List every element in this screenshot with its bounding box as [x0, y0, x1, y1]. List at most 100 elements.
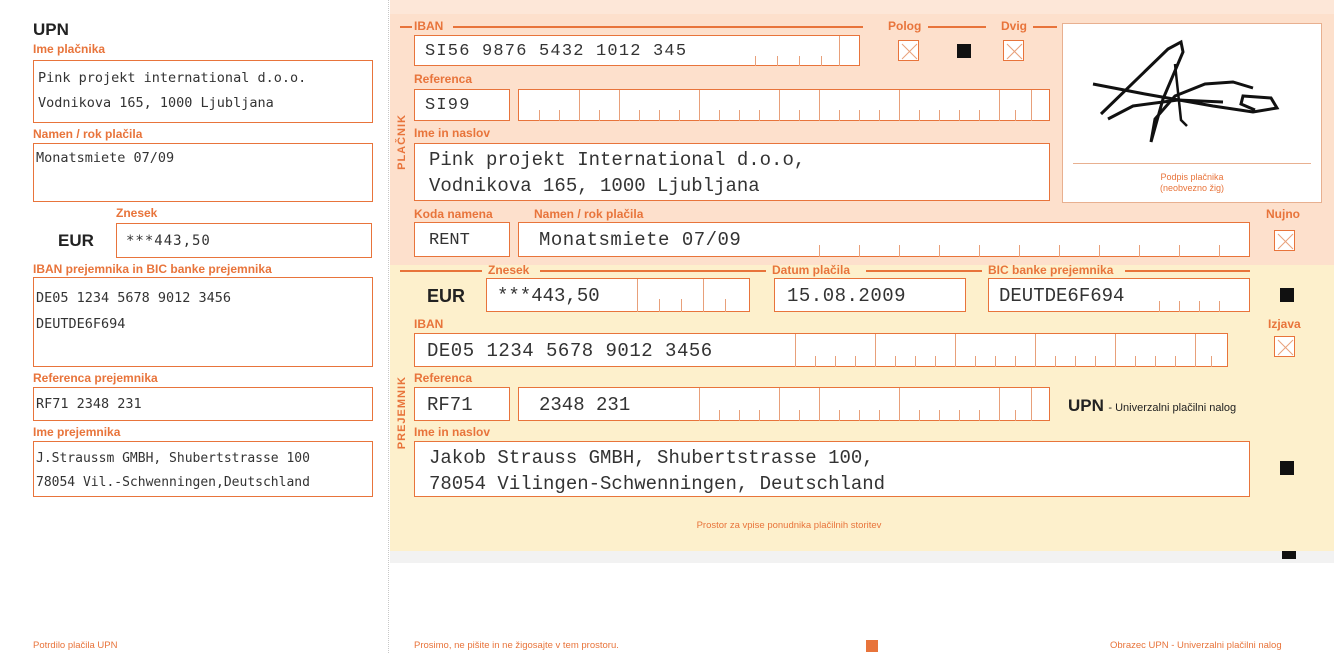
footer-logo	[866, 640, 878, 652]
bic-field[interactable]: DEUTDE6F694	[988, 278, 1250, 312]
footer-form-name: Obrazec UPN - Univerzalni plačilni nalog	[1110, 640, 1282, 651]
cross-icon	[1277, 339, 1294, 356]
recipient-reference-model: RF71	[427, 394, 473, 416]
stub-iban-value: DE05 1234 5678 9012 3456	[36, 290, 232, 306]
recipient-iban-label: IBAN	[414, 317, 444, 331]
cross-icon	[1277, 233, 1294, 250]
stub-recipient-label: Ime prejemnika	[33, 425, 121, 439]
field-tick	[975, 356, 976, 367]
field-tick	[919, 110, 920, 121]
stub-reference-box: RF71 2348 231	[33, 387, 373, 421]
field-tick	[1135, 356, 1136, 367]
bic-rule	[1125, 270, 1250, 272]
field-tick	[619, 90, 620, 121]
field-tick	[899, 90, 900, 121]
field-tick	[979, 245, 980, 257]
field-tick	[799, 410, 800, 421]
field-tick	[999, 388, 1000, 421]
deposit-checkbox[interactable]	[898, 40, 919, 61]
date-field[interactable]: 15.08.2009	[774, 278, 966, 312]
recipient-iban-field[interactable]: DE05 1234 5678 9012 3456	[414, 333, 1228, 367]
withdrawal-checkbox[interactable]	[1003, 40, 1024, 61]
recipient-amount-value: ***443,50	[497, 285, 600, 307]
payer-purpose-field[interactable]: Monatsmiete 07/09	[518, 222, 1250, 257]
field-tick	[755, 56, 756, 66]
field-tick	[1199, 301, 1200, 312]
field-tick	[875, 334, 876, 367]
stub-purpose-box: Monatsmiete 07/09	[33, 143, 373, 202]
stub-payer-line1: Pink projekt international d.o.o.	[38, 70, 307, 86]
field-tick	[819, 90, 820, 121]
field-tick	[1175, 356, 1176, 367]
payer-name-field[interactable]: Pink projekt International d.o.o, Vodnik…	[414, 143, 1050, 201]
stub-recipient-box: J.Straussm GMBH, Shubertstrasse 100 7805…	[33, 441, 373, 497]
field-tick	[1211, 356, 1212, 367]
field-tick	[835, 356, 836, 367]
payer-name-line2: Vodnikova 165, 1000 Ljubljana	[429, 175, 760, 197]
field-tick	[599, 110, 600, 121]
field-tick	[1179, 245, 1180, 257]
field-tick	[999, 90, 1000, 121]
field-tick	[979, 110, 980, 121]
recipient-currency: EUR	[427, 286, 466, 306]
recipient-name-line2: 78054 Vilingen-Schwenningen, Deutschland	[429, 473, 886, 495]
signature-label-2: (neobvezno žig)	[1159, 183, 1225, 193]
payer-iban-label: IBAN	[414, 19, 444, 33]
payer-purpose-value: Monatsmiete 07/09	[539, 229, 742, 251]
field-tick	[759, 410, 760, 421]
stub-reference-label: Referenca prejemnika	[33, 371, 158, 385]
perforation-line	[388, 0, 389, 653]
recipient-reference-field[interactable]: 2348 231	[518, 387, 1050, 421]
withdrawal-rule	[1033, 26, 1057, 28]
recipient-reference-value: 2348 231	[539, 394, 631, 416]
field-tick	[895, 356, 896, 367]
footer-note: Prosimo, ne pišite in ne žigosajte v tem…	[414, 640, 619, 651]
date-rule	[866, 270, 982, 272]
stub-amount-box: ***443,50	[116, 223, 372, 258]
bic-value: DEUTDE6F694	[999, 285, 1125, 307]
recipient-name-field[interactable]: Jakob Strauss GMBH, Shubertstrasse 100, …	[414, 441, 1250, 497]
urgent-checkbox[interactable]	[1274, 230, 1295, 251]
field-tick	[681, 299, 682, 312]
stub-iban-bic-box: DE05 1234 5678 9012 3456 DEUTDE6F694	[33, 277, 373, 367]
field-tick	[759, 110, 760, 121]
field-tick	[795, 334, 796, 367]
field-tick	[699, 388, 700, 421]
payer-reference-model-field[interactable]: SI99	[414, 89, 510, 121]
date-value: 15.08.2009	[787, 285, 907, 307]
field-tick	[899, 388, 900, 421]
field-tick	[995, 356, 996, 367]
field-tick	[819, 388, 820, 421]
field-tick	[679, 110, 680, 121]
field-tick	[1139, 245, 1140, 257]
signature-label-1: Podpis plačnika	[1160, 172, 1224, 182]
field-tick	[659, 110, 660, 121]
field-tick	[1219, 245, 1220, 257]
field-tick	[1055, 356, 1056, 367]
payer-iban-field[interactable]: SI56 9876 5432 1012 345	[414, 35, 860, 66]
stub-iban-bic-label: IBAN prejemnika in BIC banke prejemnika	[33, 262, 272, 276]
field-tick	[839, 410, 840, 421]
field-tick	[935, 356, 936, 367]
signature-box[interactable]: Podpis plačnika (neobvezno žig)	[1062, 23, 1322, 203]
field-tick	[777, 56, 778, 66]
field-tick	[859, 410, 860, 421]
payer-reference-field[interactable]	[518, 89, 1050, 121]
deposit-marker	[957, 44, 971, 58]
field-tick	[699, 90, 700, 121]
field-tick	[779, 388, 780, 421]
field-tick	[939, 245, 940, 257]
recipient-reference-model-field[interactable]: RF71	[414, 387, 510, 421]
stub-reference-value: RF71 2348 231	[36, 396, 142, 412]
purpose-code-field[interactable]: RENT	[414, 222, 510, 257]
payer-iban-rule	[400, 26, 412, 28]
lower-strip	[390, 551, 1334, 563]
stub-currency: EUR	[58, 231, 94, 250]
recipient-amount-field[interactable]: ***443,50	[486, 278, 750, 312]
field-tick	[859, 245, 860, 257]
statement-checkbox[interactable]	[1274, 336, 1295, 357]
upn-subtitle-text: - Univerzalni plačilni nalog	[1108, 402, 1237, 414]
payer-iban-value: SI56 9876 5432 1012 345	[425, 42, 688, 61]
deposit-rule	[928, 26, 986, 28]
cross-icon	[1006, 43, 1023, 60]
